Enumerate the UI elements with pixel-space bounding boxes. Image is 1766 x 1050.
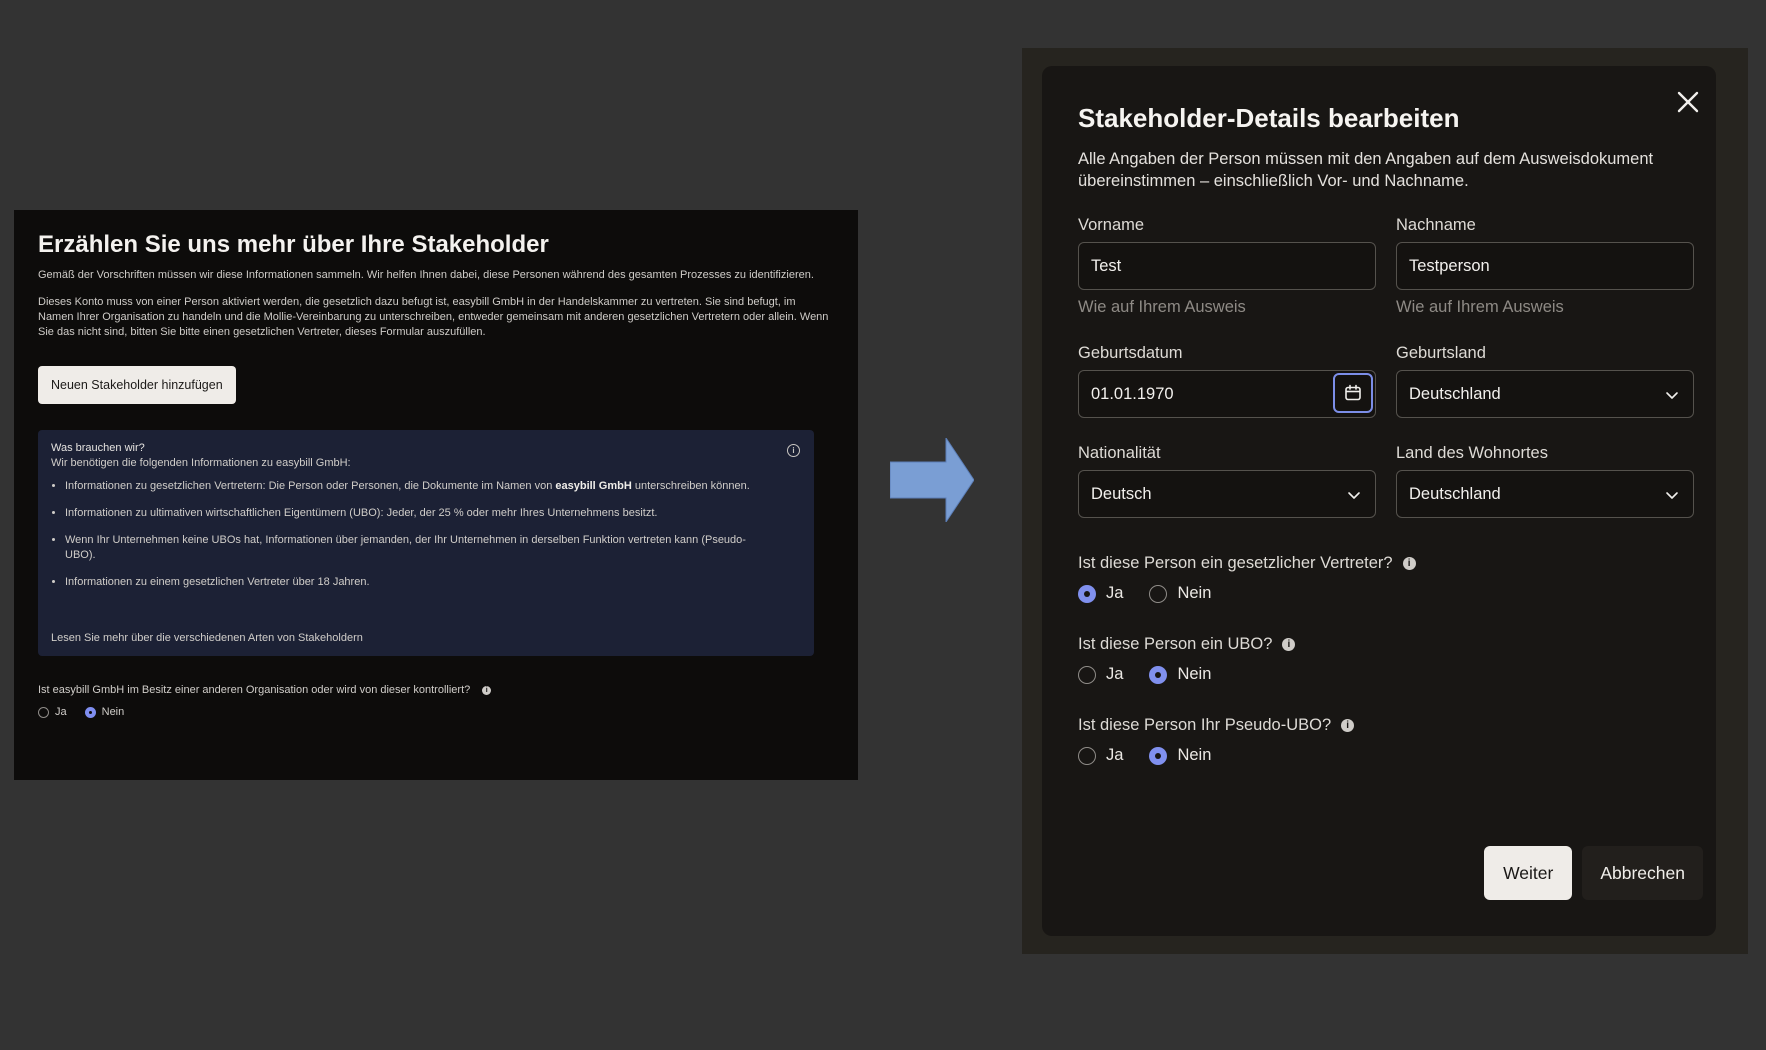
authorization-paragraph: Dieses Konto muss von einer Person aktiv… (38, 296, 829, 338)
next-button[interactable]: Weiter (1484, 846, 1573, 900)
info-icon[interactable]: i (482, 685, 492, 695)
pseudo-ubo-radio-group: Ja Nein (1078, 746, 1680, 765)
firstname-input[interactable]: Test (1078, 242, 1376, 290)
info-title: Was brauchen wir? (51, 442, 145, 454)
ownership-radio-no[interactable]: Nein (84, 706, 125, 718)
chevron-down-icon (1666, 392, 1678, 399)
stakeholder-types-link[interactable]: Lesen Sie mehr über die verschiedenen Ar… (51, 632, 363, 644)
calendar-icon (1345, 384, 1361, 401)
close-icon[interactable] (1676, 90, 1700, 114)
list-item: Wenn Ihr Unternehmen keine UBOs hat, Inf… (65, 533, 801, 563)
calendar-button[interactable] (1333, 373, 1373, 413)
ownership-question: Ist easybill GmbH im Besitz einer andere… (38, 684, 834, 696)
firstname-hint: Wie auf Ihrem Ausweis (1078, 298, 1246, 316)
lastname-hint: Wie auf Ihrem Ausweis (1396, 298, 1564, 316)
cancel-button[interactable]: Abbrechen (1582, 846, 1703, 900)
ubo-label: Ist diese Person ein UBO? (1078, 635, 1273, 653)
company-name: easybill GmbH (555, 480, 632, 492)
edit-stakeholder-modal: Stakeholder-Details bearbeiten Alle Anga… (1042, 66, 1716, 936)
ownership-question-label: Ist easybill GmbH im Besitz einer andere… (38, 684, 471, 696)
birthcountry-field: Geburtsland Deutschland (1396, 342, 1694, 418)
radio-circle-selected[interactable] (1078, 584, 1096, 603)
info-icon[interactable]: i (787, 444, 800, 457)
chevron-down-icon (1666, 492, 1678, 499)
add-stakeholder-button[interactable]: Neuen Stakeholder hinzufügen (38, 366, 236, 404)
birthcountry-label: Geburtsland (1396, 344, 1486, 362)
info-icon[interactable]: i (1341, 718, 1355, 732)
firstname-label: Vorname (1078, 216, 1145, 234)
nationality-select[interactable]: Deutsch (1078, 470, 1376, 518)
radio-label: Nein (101, 706, 125, 718)
info-list: Informationen zu gesetzlichen Vertretern… (51, 479, 801, 590)
birthcountry-select[interactable]: Deutschland (1396, 370, 1694, 418)
lastname-input[interactable]: Testperson (1396, 242, 1694, 290)
ubo-radio-group: Ja Nein (1078, 665, 1680, 684)
intro-paragraph: Gemäß der Vorschriften müssen wir diese … (38, 269, 814, 281)
radio-circle[interactable] (1078, 665, 1096, 684)
legal-rep-radio-no[interactable]: Nein (1149, 584, 1211, 603)
radio-circle[interactable] (38, 706, 49, 718)
page-title: Erzählen Sie uns mehr über Ihre Stakehol… (38, 231, 549, 258)
residence-select[interactable]: Deutschland (1396, 470, 1694, 518)
radio-label: Ja (55, 706, 67, 718)
pseudo-ubo-radio-yes[interactable]: Ja (1078, 746, 1123, 765)
modal-actions: Weiter Abbrechen (1484, 846, 1703, 900)
ubo-radio-yes[interactable]: Ja (1078, 665, 1123, 684)
list-item: Informationen zu gesetzlichen Vertretern… (65, 479, 801, 494)
residence-field: Land des Wohnortes Deutschland (1396, 442, 1694, 518)
info-box: i Was brauchen wir? Wir benötigen die fo… (38, 430, 814, 656)
radio-circle[interactable] (1149, 584, 1168, 603)
ubo-question: Ist diese Person ein UBO? i Ja Nein (1078, 633, 1680, 684)
modal-title: Stakeholder-Details bearbeiten (1078, 103, 1460, 133)
legal-rep-question: Ist diese Person ein gesetzlicher Vertre… (1078, 552, 1680, 603)
nationality-label: Nationalität (1078, 444, 1161, 462)
pseudo-ubo-radio-no[interactable]: Nein (1149, 746, 1211, 765)
radio-circle-selected[interactable] (1149, 665, 1168, 684)
pseudo-ubo-label: Ist diese Person Ihr Pseudo-UBO? (1078, 716, 1332, 734)
legal-rep-radio-group: Ja Nein (1078, 584, 1680, 603)
legal-rep-label: Ist diese Person ein gesetzlicher Vertre… (1078, 554, 1393, 572)
info-intro: Wir benötigen die folgenden Informatione… (51, 457, 351, 469)
ownership-radio-group: Ja Nein (38, 706, 834, 718)
nationality-field: Nationalität Deutsch (1078, 442, 1376, 518)
firstname-field: Vorname Test Wie auf Ihrem Ausweis (1078, 214, 1376, 318)
arrow-right-icon (890, 438, 974, 522)
list-item: Informationen zu ultimativen wirtschaftl… (65, 506, 801, 521)
info-icon[interactable]: i (1282, 637, 1296, 651)
radio-circle[interactable] (1078, 746, 1096, 765)
ubo-radio-no[interactable]: Nein (1149, 665, 1211, 684)
residence-label: Land des Wohnortes (1396, 444, 1548, 462)
pseudo-ubo-question: Ist diese Person Ihr Pseudo-UBO? i Ja Nei… (1078, 714, 1680, 765)
list-item: Informationen zu einem gesetzlichen Vert… (65, 575, 801, 590)
birthdate-input[interactable]: 01.01.1970 (1078, 370, 1376, 418)
birthdate-field: Geburtsdatum 01.01.1970 (1078, 342, 1376, 418)
radio-circle-selected[interactable] (1149, 746, 1168, 765)
stakeholder-overview-panel: Erzählen Sie uns mehr über Ihre Stakehol… (14, 210, 858, 780)
modal-description: Alle Angaben der Person müssen mit den A… (1078, 150, 1654, 190)
ownership-radio-yes[interactable]: Ja (38, 706, 67, 718)
birthdate-label: Geburtsdatum (1078, 344, 1183, 362)
lastname-field: Nachname Testperson Wie auf Ihrem Auswei… (1396, 214, 1694, 318)
info-icon[interactable]: i (1402, 556, 1416, 570)
radio-circle-selected[interactable] (84, 706, 96, 718)
chevron-down-icon (1348, 492, 1360, 499)
lastname-label: Nachname (1396, 216, 1476, 234)
legal-rep-radio-yes[interactable]: Ja (1078, 584, 1123, 603)
